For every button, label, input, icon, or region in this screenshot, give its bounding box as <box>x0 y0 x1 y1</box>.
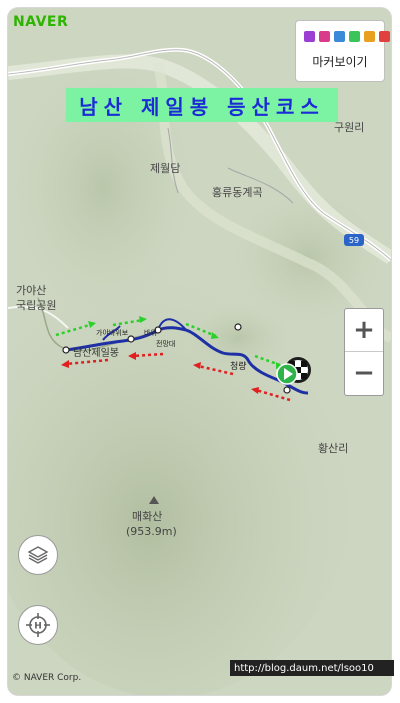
place-guwon: 구원리 <box>334 121 364 134</box>
marker-category-icons <box>304 31 390 42</box>
place-maehwa-elev: (953.9m) <box>126 525 177 538</box>
place-gaya-2: 국립공원 <box>16 299 56 312</box>
show-markers-button[interactable]: 마커보이기 <box>295 20 390 82</box>
trail-label-2: 바위 <box>144 328 157 337</box>
blog-watermark: http://blog.daum.net/lsoo10 <box>230 660 394 676</box>
naver-logo: NAVER <box>13 14 69 30</box>
marker-red-icon <box>379 31 390 42</box>
page-title: 남산 제일봉 등산코스 <box>66 88 338 122</box>
trail-label-4: 청량 <box>230 360 247 372</box>
map-frame[interactable]: 59 구원리 제월담 홍류동계곡 가야산 국립공원 황산리 매화산 (953.9… <box>8 8 391 695</box>
marker-purple-icon <box>304 31 315 42</box>
marker-blue-icon <box>334 31 345 42</box>
place-namsan: 남산제일봉 <box>73 347 119 359</box>
trail-label-1: 가야바위보 <box>96 328 129 337</box>
place-gaya-1: 가야산 <box>16 284 46 297</box>
layers-icon <box>27 546 49 564</box>
place-hwangsan: 황산리 <box>318 442 348 455</box>
marker-green-icon <box>349 31 360 42</box>
copyright: © NAVER Corp. <box>12 673 82 683</box>
zoom-control: + − <box>344 308 384 396</box>
zoom-out-button[interactable]: − <box>345 352 383 394</box>
trail-label-3: 전망대 <box>156 339 175 348</box>
marker-orange-icon <box>364 31 375 42</box>
place-jeilwol: 제월담 <box>150 162 180 175</box>
layers-button[interactable] <box>18 535 58 575</box>
place-hongryu: 홍류동계곡 <box>212 185 263 199</box>
my-location-button[interactable]: H <box>18 605 58 645</box>
road-badge: 59 <box>349 236 359 245</box>
marker-pink-icon <box>319 31 330 42</box>
zoom-in-button[interactable]: + <box>345 309 383 351</box>
location-crosshair-icon: H <box>26 613 50 637</box>
svg-text:H: H <box>34 622 42 632</box>
place-maehwa: 매화산 <box>132 510 162 523</box>
show-markers-label: 마커보이기 <box>312 55 368 69</box>
